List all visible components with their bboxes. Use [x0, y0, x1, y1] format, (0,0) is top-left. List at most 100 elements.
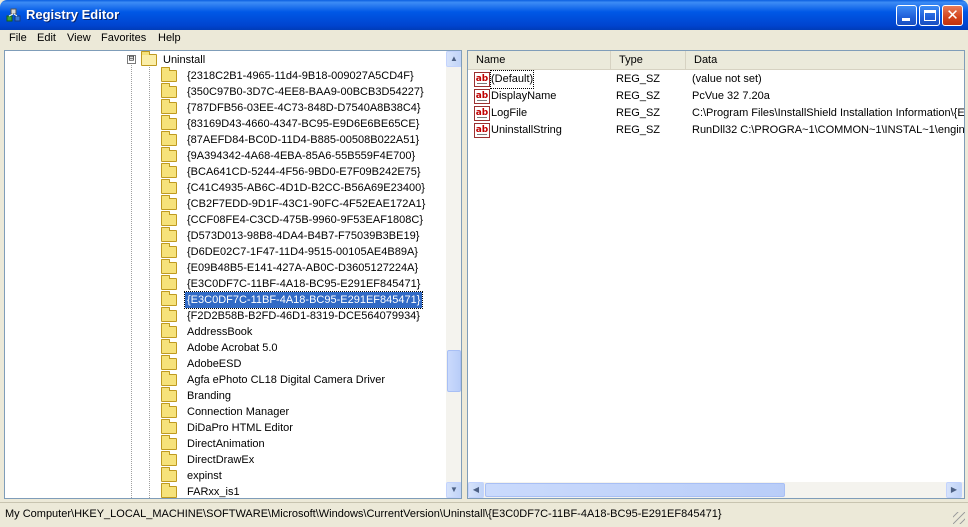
value-type: REG_SZ — [616, 73, 661, 85]
folder-icon — [161, 387, 177, 402]
maximize-icon — [924, 10, 936, 21]
scroll-down-button[interactable]: ▼ — [446, 482, 461, 498]
value-name: UninstallString — [491, 124, 562, 136]
scroll-thumb[interactable] — [485, 483, 785, 497]
folder-icon — [161, 99, 177, 114]
list-horizontal-scrollbar[interactable]: ◀ ▶ — [468, 482, 964, 498]
string-value-icon: ab — [474, 89, 490, 104]
status-bar: My Computer\HKEY_LOCAL_MACHINE\SOFTWARE\… — [0, 502, 968, 527]
registry-icon — [6, 8, 21, 22]
tree-node-label: Uninstall — [163, 54, 206, 66]
value-data: C:\Program Files\InstallShield Installat… — [692, 107, 964, 119]
value-list[interactable]: Name Type Data ab (Default) REG_SZ (value n… — [467, 50, 965, 499]
string-value-icon: ab — [474, 123, 490, 138]
folder-open-icon — [141, 51, 157, 66]
folder-icon — [161, 115, 177, 130]
tree-node-label: Branding — [187, 390, 232, 402]
value-row[interactable]: ab UninstallString REG_SZ RunDll32 C:\PROGR… — [468, 122, 964, 139]
minimize-button[interactable] — [896, 5, 917, 26]
value-name: DisplayName — [491, 90, 557, 102]
column-header-type[interactable]: Type — [611, 51, 686, 70]
tree-node-label: {BCA641CD-5244-4F56-9BD0-E7F09B242E75} — [187, 166, 421, 178]
list-header: Name Type Data — [468, 51, 964, 70]
menu-view[interactable]: View — [67, 32, 91, 44]
folder-icon — [161, 307, 177, 322]
title-bar[interactable]: Registry Editor ✕ — [0, 0, 968, 30]
string-value-icon: ab — [474, 72, 490, 87]
value-type: REG_SZ — [616, 90, 661, 102]
folder-icon — [161, 403, 177, 418]
tree-node-label: Connection Manager — [187, 406, 290, 418]
string-value-icon: ab — [474, 106, 490, 121]
folder-icon — [161, 419, 177, 434]
tree-node-label: Adobe Acrobat 5.0 — [187, 342, 278, 354]
close-button[interactable]: ✕ — [942, 5, 963, 26]
folder-icon — [161, 451, 177, 466]
value-data: (value not set) — [692, 73, 762, 85]
menu-favorites[interactable]: Favorites — [101, 32, 146, 44]
folder-icon — [161, 339, 177, 354]
folder-icon — [161, 243, 177, 258]
folder-icon — [161, 163, 177, 178]
value-row[interactable]: ab DisplayName REG_SZ PcVue 32 7.20a — [468, 88, 964, 105]
tree-node-label: {F2D2B58B-B2FD-46D1-8319-DCE564079934} — [187, 310, 420, 322]
value-row[interactable]: ab (Default) REG_SZ (value not set) — [468, 70, 964, 89]
tree-node-label: FARxx_is1 — [187, 486, 240, 498]
tree-node-label: expinst — [187, 470, 222, 482]
tree-node-label: {E3C0DF7C-11BF-4A18-BC95-E291EF845471} — [183, 291, 424, 309]
value-row[interactable]: ab LogFile REG_SZ C:\Program Files\InstallS… — [468, 105, 964, 122]
value-type: REG_SZ — [616, 124, 661, 136]
scroll-thumb[interactable] — [447, 350, 461, 392]
tree-node-label: {E3C0DF7C-11BF-4A18-BC95-E291EF845471} — [187, 278, 421, 290]
tree-node-label: {CCF08FE4-C3CD-475B-9960-9F53EAF1808C} — [187, 214, 424, 226]
tree-node-label: {E09B48B5-E141-427A-AB0C-D3605127224A} — [187, 262, 419, 274]
folder-icon — [161, 83, 177, 98]
maximize-button[interactable] — [919, 5, 940, 26]
folder-icon — [161, 259, 177, 274]
menu-edit[interactable]: Edit — [37, 32, 56, 44]
value-name: LogFile — [491, 107, 528, 119]
tree-node-label: DirectAnimation — [187, 438, 265, 450]
close-icon: ✕ — [946, 6, 959, 24]
scroll-up-button[interactable]: ▲ — [446, 51, 461, 67]
tree-node-label: {C41C4935-AB6C-4D1D-B2CC-B56A69E23400} — [187, 182, 425, 194]
folder-icon — [161, 371, 177, 386]
tree-node-label: {CB2F7EDD-9D1F-43C1-90FC-4F52EAE172A1} — [187, 198, 426, 210]
tree-node-label: Agfa ePhoto CL18 Digital Camera Driver — [187, 374, 386, 386]
tree-node-label: {350C97B0-3D7C-4EE8-BAA9-00BCB3D54227} — [187, 86, 424, 98]
column-header-name[interactable]: Name — [468, 51, 611, 70]
tree-node-label: {87AEFD84-BC0D-11D4-B885-00508B022A51} — [187, 134, 420, 146]
column-header-data[interactable]: Data — [686, 51, 964, 70]
key-tree[interactable]: ⊟ Uninstall {2318C2B1-4965-11d4-9B18-009… — [4, 50, 462, 499]
collapse-icon[interactable]: ⊟ — [127, 55, 136, 64]
scroll-right-button[interactable]: ▶ — [946, 482, 962, 498]
folder-icon — [161, 147, 177, 162]
minimize-icon — [902, 18, 910, 21]
folder-icon — [161, 435, 177, 450]
folder-icon — [161, 483, 177, 498]
resize-grip-icon[interactable] — [953, 512, 965, 524]
folder-icon — [161, 355, 177, 370]
menu-help[interactable]: Help — [158, 32, 181, 44]
tree-node-label: {787DFB56-03EE-4C73-848D-D7540A8B38C4} — [187, 102, 421, 114]
value-data: RunDll32 C:\PROGRA~1\COMMON~1\INSTAL~1\e… — [692, 124, 964, 136]
folder-icon — [161, 291, 177, 306]
folder-icon — [161, 179, 177, 194]
menu-bar: File Edit View Favorites Help — [0, 30, 968, 49]
tree-node-label: {9A394342-4A68-4EBA-85A6-55B559F4E700} — [187, 150, 416, 162]
folder-icon — [161, 227, 177, 242]
scroll-left-button[interactable]: ◀ — [468, 482, 484, 498]
tree-node-label: AdobeESD — [187, 358, 242, 370]
window-title: Registry Editor — [26, 7, 120, 22]
tree-guide-line — [149, 63, 150, 498]
tree-vertical-scrollbar[interactable]: ▲ ▼ — [446, 51, 461, 498]
tree-node-label: DiDaPro HTML Editor — [187, 422, 293, 434]
value-name: (Default) — [489, 70, 535, 89]
folder-icon — [161, 211, 177, 226]
tree-guide-line — [131, 63, 132, 498]
menu-file[interactable]: File — [9, 32, 27, 44]
folder-icon — [161, 467, 177, 482]
tree-node-label: DirectDrawEx — [187, 454, 255, 466]
tree-node-label: {D6DE02C7-1F47-11D4-9515-00105AE4B89A} — [187, 246, 418, 258]
tree-node-label: {83169D43-4660-4347-BC95-E9D6E6BE65CE} — [187, 118, 420, 130]
